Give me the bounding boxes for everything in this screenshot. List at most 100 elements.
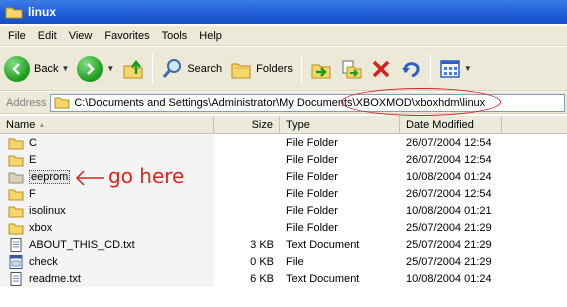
file-name: E — [29, 153, 37, 166]
file-name: isolinux — [29, 204, 66, 217]
column-header-type-label: Type — [286, 119, 310, 131]
search-label: Search — [187, 62, 223, 75]
file-name-cell: readme.txt — [0, 270, 214, 287]
toolbar-separator — [152, 53, 154, 84]
file-date: 25/07/2004 21:29 — [406, 255, 492, 268]
file-date: 10/08/2004 01:24 — [406, 170, 492, 183]
file-name-cell: xbox — [0, 219, 214, 236]
folder-icon — [8, 223, 24, 234]
file-name: C — [29, 136, 37, 149]
menu-file[interactable]: File — [8, 30, 26, 42]
file-icon — [9, 254, 23, 269]
chevron-down-icon[interactable]: ▼ — [61, 64, 69, 73]
menu-favorites[interactable]: Favorites — [104, 30, 149, 42]
column-header-filler — [502, 116, 567, 134]
file-type: File — [286, 255, 304, 268]
file-type: File Folder — [286, 153, 338, 166]
file-name: readme.txt — [29, 272, 81, 285]
file-date: 25/07/2004 21:29 — [406, 238, 492, 251]
file-type: File Folder — [286, 204, 338, 217]
list-item[interactable]: E File Folder 26/07/2004 12:54 — [0, 151, 567, 168]
file-type: Text Document — [286, 272, 360, 285]
text-document-icon — [10, 237, 22, 252]
column-header-size-label: Size — [251, 119, 273, 131]
annotation-arrow-icon — [75, 170, 104, 186]
file-name-cell: check — [0, 253, 214, 270]
menu-bar: File Edit View Favorites Tools Help — [0, 26, 567, 46]
annotation-text: go here — [108, 164, 185, 188]
back-arrow-icon — [4, 55, 30, 82]
file-size: 0 KB — [250, 255, 274, 268]
file-name: ABOUT_THIS_CD.txt — [29, 238, 135, 251]
views-button[interactable]: ▼ — [435, 51, 476, 87]
column-header-name[interactable]: Name ▲ — [0, 116, 214, 134]
folder-icon — [8, 189, 24, 200]
list-item[interactable]: ABOUT_THIS_CD.txt 3 KB Text Document 25/… — [0, 236, 567, 253]
up-folder-button[interactable] — [118, 51, 148, 87]
title-bar[interactable]: linux — [0, 0, 567, 24]
toolbar-separator — [429, 53, 431, 84]
list-item[interactable]: readme.txt 6 KB Text Document 10/08/2004… — [0, 270, 567, 287]
list-item[interactable]: C File Folder 26/07/2004 12:54 — [0, 134, 567, 151]
menu-tools[interactable]: Tools — [162, 30, 188, 42]
file-list: C File Folder 26/07/2004 12:54 E File Fo… — [0, 134, 567, 287]
delete-button[interactable] — [366, 51, 396, 87]
file-type: File Folder — [286, 170, 338, 183]
column-header-name-label: Name — [6, 119, 36, 131]
annotation-oval — [341, 88, 501, 116]
copy-to-icon — [342, 60, 362, 78]
file-type: Text Document — [286, 238, 360, 251]
file-date: 10/08/2004 01:24 — [406, 272, 492, 285]
chevron-down-icon[interactable]: ▼ — [464, 64, 472, 73]
file-name: xbox — [29, 221, 53, 234]
file-date: 26/07/2004 12:54 — [406, 187, 492, 200]
folder-icon — [54, 97, 70, 109]
copy-to-button[interactable] — [336, 51, 366, 87]
list-item[interactable]: xbox File Folder 25/07/2004 21:29 — [0, 219, 567, 236]
search-button[interactable]: Search — [157, 51, 226, 87]
file-name: eeprom — [29, 169, 71, 184]
back-label: Back — [34, 62, 59, 75]
file-name-cell: isolinux — [0, 202, 214, 219]
file-size: 3 KB — [250, 238, 274, 251]
folder-icon — [5, 7, 23, 19]
move-to-button[interactable] — [306, 51, 336, 87]
folder-icon — [8, 155, 24, 166]
column-headers: Name ▲ Size Type Date Modified — [0, 116, 567, 134]
toolbar-separator — [300, 53, 302, 84]
menu-edit[interactable]: Edit — [38, 30, 57, 42]
back-button[interactable]: Back ▼ — [0, 51, 73, 87]
folder-icon — [8, 138, 24, 149]
forward-arrow-icon — [77, 55, 104, 82]
forward-button[interactable]: ▼ — [73, 51, 118, 87]
list-item[interactable]: check 0 KB File 25/07/2004 21:29 — [0, 253, 567, 270]
list-item[interactable]: isolinux File Folder 10/08/2004 01:21 — [0, 202, 567, 219]
file-type: File Folder — [286, 136, 338, 149]
menu-help[interactable]: Help — [199, 30, 222, 42]
folders-icon — [231, 63, 251, 78]
window-title: linux — [28, 5, 57, 19]
column-header-date-label: Date Modified — [406, 119, 474, 131]
up-folder-icon — [123, 59, 143, 78]
file-date: 26/07/2004 12:54 — [406, 153, 492, 166]
column-header-size[interactable]: Size — [214, 116, 280, 134]
undo-icon — [401, 61, 420, 77]
undo-button[interactable] — [396, 51, 426, 87]
folders-button[interactable]: Folders — [226, 51, 297, 87]
text-document-icon — [10, 271, 22, 286]
chevron-down-icon[interactable]: ▼ — [106, 64, 114, 73]
file-name: check — [29, 255, 58, 268]
column-header-type[interactable]: Type — [280, 116, 400, 134]
search-icon — [163, 58, 182, 78]
column-header-date[interactable]: Date Modified — [400, 116, 502, 134]
file-date: 10/08/2004 01:21 — [406, 204, 492, 217]
move-to-icon — [311, 64, 331, 78]
file-name-cell: ABOUT_THIS_CD.txt — [0, 236, 214, 253]
views-icon — [440, 59, 460, 78]
file-size: 6 KB — [250, 272, 274, 285]
file-date: 26/07/2004 12:54 — [406, 136, 492, 149]
file-date: 25/07/2004 21:29 — [406, 221, 492, 234]
address-label: Address — [6, 96, 47, 109]
delete-x-icon — [372, 60, 390, 77]
menu-view[interactable]: View — [69, 30, 93, 42]
